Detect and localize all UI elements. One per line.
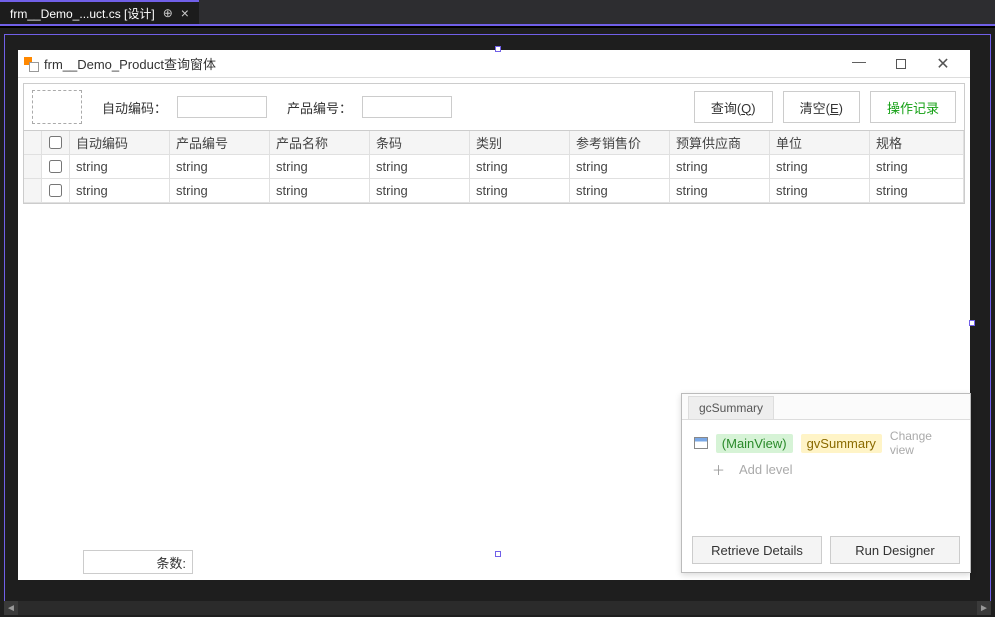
pin-icon[interactable]: ⊕ [163, 6, 173, 20]
input-product-no[interactable] [362, 96, 452, 118]
table-row[interactable]: string string string string string strin… [24, 179, 964, 203]
checkbox-header[interactable] [42, 131, 70, 154]
row-indicator [24, 179, 42, 202]
grid-designer-popup[interactable]: gcSummary (MainView) gvSummary Change vi… [681, 393, 971, 573]
clear-button[interactable]: 清空(E) [783, 91, 860, 123]
popup-body: (MainView) gvSummary Change view ＋ Add l… [682, 420, 970, 482]
horizontal-scrollbar[interactable]: ◄ ► [4, 601, 991, 615]
resize-handle-bottom[interactable] [495, 551, 501, 557]
row-checkbox[interactable] [49, 184, 62, 197]
col-header[interactable]: 规格 [870, 131, 964, 154]
data-grid[interactable]: 自动编码 产品编号 产品名称 条码 类别 参考销售价 预算供应商 单位 规格 s… [23, 131, 965, 204]
row-checkbox[interactable] [49, 160, 62, 173]
gvsummary-chip[interactable]: gvSummary [801, 434, 882, 453]
col-header[interactable]: 预算供应商 [670, 131, 770, 154]
change-view-link[interactable]: Change view [890, 429, 958, 457]
table-row[interactable]: string string string string string strin… [24, 155, 964, 179]
close-tab-icon[interactable]: × [181, 5, 189, 21]
oplog-button[interactable]: 操作记录 [870, 91, 956, 123]
grid-header-row: 自动编码 产品编号 产品名称 条码 类别 参考销售价 预算供应商 单位 规格 [24, 131, 964, 155]
designer-canvas: frm__Demo_Product查询窗体 — ✕ 自动编码： 产品编号： 查询… [0, 28, 995, 617]
ide-tab-title: frm__Demo_...uct.cs [设计] [10, 5, 155, 22]
plus-icon: ＋ [712, 460, 725, 479]
label-product-no: 产品编号： [287, 98, 352, 117]
col-header[interactable]: 参考销售价 [570, 131, 670, 154]
col-header[interactable]: 单位 [770, 131, 870, 154]
popup-tab-gcsummary[interactable]: gcSummary [688, 396, 774, 419]
window-titlebar: frm__Demo_Product查询窗体 — ✕ [18, 50, 970, 78]
retrieve-details-button[interactable]: Retrieve Details [692, 536, 822, 564]
col-header[interactable]: 类别 [470, 131, 570, 154]
col-header[interactable]: 自动编码 [70, 131, 170, 154]
row-indicator [24, 155, 42, 178]
label-auto-code: 自动编码： [102, 98, 167, 117]
run-designer-button[interactable]: Run Designer [830, 536, 960, 564]
minimize-button[interactable]: — [838, 56, 880, 72]
resize-handle-right[interactable] [969, 320, 975, 326]
placeholder-region[interactable] [32, 90, 82, 124]
add-level-link[interactable]: ＋ Add level [712, 456, 958, 482]
filter-bar: 自动编码： 产品编号： 查询(Q) 清空(E) 操作记录 [23, 83, 965, 131]
scroll-right-icon[interactable]: ► [977, 601, 991, 615]
window-title: frm__Demo_Product查询窗体 [44, 54, 838, 73]
row-count-box: 条数: [83, 550, 193, 574]
popup-mainview-line[interactable]: (MainView) gvSummary Change view [694, 430, 958, 456]
ide-tab-bar: frm__Demo_...uct.cs [设计] ⊕ × [0, 0, 995, 26]
header-checkbox[interactable] [49, 136, 62, 149]
col-header[interactable]: 产品名称 [270, 131, 370, 154]
scroll-left-icon[interactable]: ◄ [4, 601, 18, 615]
ide-tab[interactable]: frm__Demo_...uct.cs [设计] ⊕ × [0, 0, 199, 24]
maximize-button[interactable] [880, 56, 922, 72]
input-auto-code[interactable] [177, 96, 267, 118]
resize-handle-top[interactable] [495, 46, 501, 52]
row-indicator-header [24, 131, 42, 154]
close-button[interactable]: ✕ [922, 54, 964, 74]
col-header[interactable]: 产品编号 [170, 131, 270, 154]
mainview-chip[interactable]: (MainView) [716, 434, 793, 453]
window-icon [24, 57, 38, 71]
grid-icon [694, 437, 708, 449]
popup-button-row: Retrieve Details Run Designer [682, 536, 970, 564]
col-header[interactable]: 条码 [370, 131, 470, 154]
query-button[interactable]: 查询(Q) [694, 91, 773, 123]
popup-tab-row: gcSummary [682, 394, 970, 420]
